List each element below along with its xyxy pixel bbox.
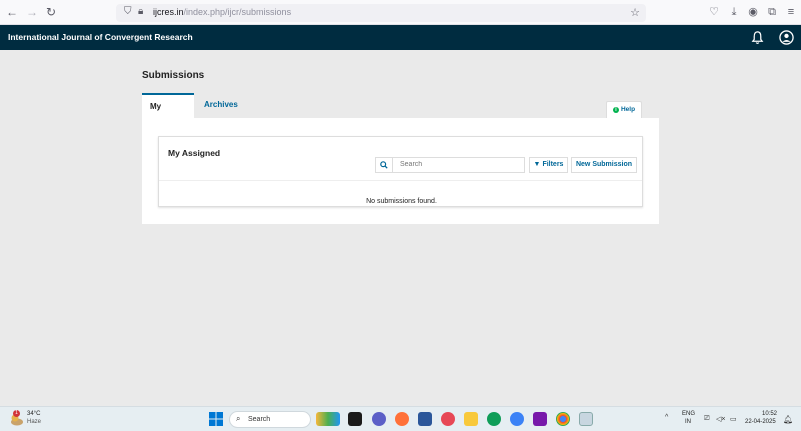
card-divider bbox=[159, 180, 642, 181]
help-label: Help bbox=[620, 106, 636, 113]
filters-button[interactable]: ▼ Filters bbox=[529, 157, 568, 173]
app-icon[interactable] bbox=[510, 412, 524, 426]
menu-icon[interactable]: ≡ bbox=[784, 5, 798, 19]
url-domain: ijcres.in bbox=[153, 7, 184, 17]
back-arrow-icon[interactable]: ← bbox=[4, 4, 20, 20]
info-icon: i bbox=[612, 107, 619, 113]
notepad-icon[interactable] bbox=[579, 412, 593, 426]
filter-icon: ▼ bbox=[533, 161, 541, 168]
browser-toolbar: ← → ↻ ⛉ 🔒︎ ijcres.in/index.php/ijcr/subm… bbox=[0, 0, 801, 25]
search-icon: ⌕ bbox=[236, 414, 241, 423]
shield-icon[interactable]: ⛉ bbox=[124, 6, 132, 17]
download-icon[interactable]: ⤓ bbox=[727, 5, 741, 19]
battery-icon[interactable]: ▭ bbox=[730, 415, 737, 423]
app-icon[interactable] bbox=[441, 412, 455, 426]
clock-time[interactable]: 10:52 bbox=[762, 411, 777, 417]
windows-start-icon[interactable] bbox=[209, 412, 223, 426]
empty-message: No submissions found. bbox=[366, 198, 437, 205]
address-bar[interactable]: ⛉ 🔒︎ ijcres.in/index.php/ijcr/submission… bbox=[116, 4, 646, 22]
chevron-up-icon[interactable]: ^ bbox=[665, 414, 668, 421]
task-view-icon[interactable] bbox=[348, 412, 362, 426]
reload-icon[interactable]: ↻ bbox=[43, 4, 59, 20]
notification-bell-icon[interactable]: 🔔︎ bbox=[783, 415, 793, 424]
region-indicator[interactable]: IN bbox=[685, 419, 691, 425]
user-icon[interactable] bbox=[779, 30, 794, 45]
chat-icon[interactable] bbox=[372, 412, 386, 426]
taskbar-search-label: Search bbox=[248, 416, 271, 423]
forward-arrow-icon[interactable]: → bbox=[24, 4, 40, 20]
weather-temperature: 34°C bbox=[27, 411, 41, 417]
network-icon[interactable]: ⎚ bbox=[704, 415, 710, 423]
weather-condition: Haze bbox=[27, 419, 42, 425]
site-title[interactable]: International Journal of Convergent Rese… bbox=[8, 32, 193, 42]
filters-label: Filters bbox=[542, 161, 564, 168]
site-header: International Journal of Convergent Rese… bbox=[0, 25, 801, 50]
folder-icon[interactable] bbox=[464, 412, 478, 426]
taskbar: 1 34°C Haze ⌕ Search ^ ENG IN ⎚ ◁× ▭ 10:… bbox=[0, 406, 801, 431]
clock-date[interactable]: 22-04-2025 bbox=[745, 419, 776, 425]
tab-archives[interactable]: Archives bbox=[196, 93, 246, 118]
url-text[interactable]: ijcres.in/index.php/ijcr/submissions bbox=[153, 7, 291, 17]
page-title: Submissions bbox=[142, 70, 205, 81]
taskbar-search[interactable]: ⌕ Search bbox=[229, 411, 311, 428]
new-submission-button[interactable]: New Submission bbox=[571, 157, 637, 173]
weather-badge: 1 bbox=[13, 410, 20, 417]
queue-panel: My Assigned ▼ Filters New Submission No … bbox=[142, 118, 659, 224]
volume-icon[interactable]: ◁× bbox=[716, 415, 725, 423]
tab-my-queue[interactable]: My Queue bbox=[142, 93, 194, 135]
card-title: My Assigned bbox=[168, 148, 221, 158]
my-assigned-card: My Assigned ▼ Filters New Submission No … bbox=[158, 136, 643, 207]
search-box[interactable] bbox=[375, 157, 525, 173]
account-icon[interactable]: ◉ bbox=[746, 5, 760, 19]
widgets-icon[interactable] bbox=[316, 412, 340, 426]
pocket-icon[interactable]: ♡ bbox=[707, 5, 721, 19]
chrome-icon[interactable] bbox=[556, 412, 570, 426]
bookmark-star-icon[interactable]: ☆ bbox=[630, 6, 640, 19]
search-input[interactable] bbox=[400, 161, 520, 168]
store-icon[interactable] bbox=[418, 412, 432, 426]
search-icon[interactable] bbox=[376, 158, 393, 172]
url-path: /index.php/ijcr/submissions bbox=[183, 7, 292, 17]
firefox-icon[interactable] bbox=[395, 412, 409, 426]
onenote-icon[interactable] bbox=[533, 412, 547, 426]
lock-icon[interactable]: 🔒︎ bbox=[138, 6, 143, 17]
weather-widget[interactable]: 1 bbox=[10, 410, 24, 426]
bell-icon[interactable] bbox=[750, 30, 765, 45]
edge-icon[interactable] bbox=[487, 412, 501, 426]
language-indicator[interactable]: ENG bbox=[682, 411, 695, 417]
extensions-icon[interactable]: ⧉ bbox=[765, 5, 779, 19]
help-button[interactable]: i Help bbox=[606, 101, 642, 118]
